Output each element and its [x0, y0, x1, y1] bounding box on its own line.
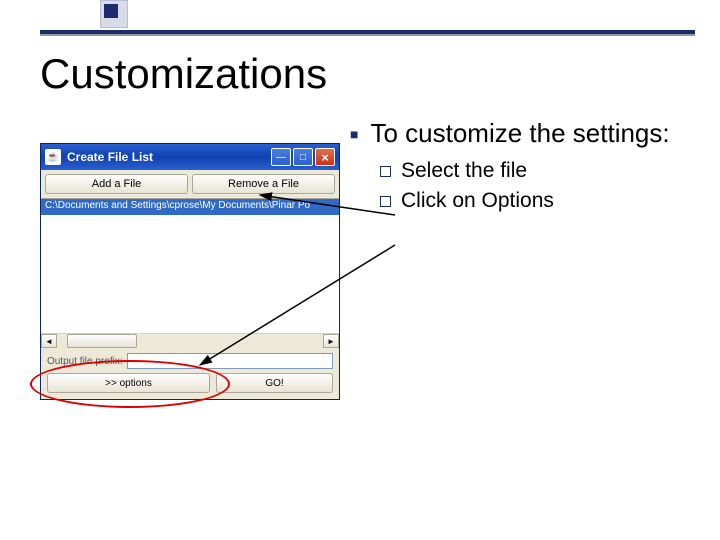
toolbar: Add a File Remove a File	[41, 170, 339, 199]
app-screenshot: ☕ Create File List — □ × Add a File Remo…	[40, 135, 340, 410]
bullet-hollow-square-icon	[380, 166, 391, 177]
output-prefix-label: Output file prefix:	[47, 356, 123, 367]
bullet-main: ■ To customize the settings:	[350, 118, 680, 149]
go-button[interactable]: GO!	[216, 373, 333, 393]
slide-accent-square	[100, 0, 128, 28]
options-button[interactable]: >> options	[47, 373, 210, 393]
bullet-sub-1: Select the file	[380, 159, 680, 183]
bullet-sub-1-text: Select the file	[401, 159, 527, 183]
file-list[interactable]: C:\Documents and Settings\cprose\My Docu…	[41, 199, 339, 349]
bullet-main-text: To customize the settings:	[370, 118, 669, 149]
scroll-thumb[interactable]	[67, 334, 137, 348]
file-row-selected[interactable]: C:\Documents and Settings\cprose\My Docu…	[41, 199, 339, 215]
output-prefix-input[interactable]	[127, 353, 333, 369]
close-button[interactable]: ×	[315, 148, 335, 166]
bullet-hollow-square-icon	[380, 196, 391, 207]
bullet-sub-2: Click on Options	[380, 189, 680, 213]
bullet-square-icon: ■	[350, 126, 358, 149]
window-titlebar: ☕ Create File List — □ ×	[41, 144, 339, 170]
maximize-button[interactable]: □	[293, 148, 313, 166]
slide-title: Customizations	[40, 50, 327, 98]
slide-top-rule	[40, 30, 695, 34]
scroll-right-icon[interactable]: ►	[323, 334, 339, 348]
scroll-left-icon[interactable]: ◄	[41, 334, 57, 348]
remove-file-button[interactable]: Remove a File	[192, 174, 335, 194]
bottom-panel: Output file prefix: >> options GO!	[41, 349, 339, 399]
text-content: ■ To customize the settings: Select the …	[350, 118, 680, 219]
bullet-sub-2-text: Click on Options	[401, 189, 554, 213]
horizontal-scrollbar[interactable]: ◄ ►	[41, 333, 339, 349]
app-window: ☕ Create File List — □ × Add a File Remo…	[40, 143, 340, 400]
minimize-button[interactable]: —	[271, 148, 291, 166]
window-title: Create File List	[67, 150, 271, 164]
add-file-button[interactable]: Add a File	[45, 174, 188, 194]
java-icon: ☕	[45, 149, 61, 165]
